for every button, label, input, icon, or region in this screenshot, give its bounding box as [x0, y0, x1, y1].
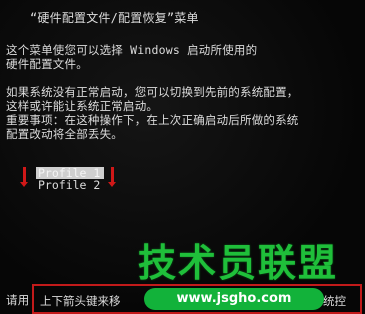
boot-menu-screen: “硬件配置文件/配置恢复”菜单 这个菜单使您可以选择 Windows 启动所使用… — [0, 0, 365, 314]
warning-line-4: 配置改动将全部丢失。 — [6, 127, 123, 141]
profile-list: Profile 1 Profile 2 — [36, 167, 104, 191]
warning-line-3: 重要事项：在这种操作下，在上次正确启动后所做的系统 — [6, 113, 299, 127]
hint-prefix: 请用 — [6, 293, 30, 307]
red-arrow-down-icon — [108, 167, 116, 187]
profile-option-2[interactable]: Profile 2 — [36, 179, 104, 191]
watermark-logo: 技术员联盟 — [138, 241, 339, 285]
description-line-1: 这个菜单使您可以选择 Windows 启动所使用的 — [6, 43, 258, 57]
warning-line-2: 这样或许能让系统正常启动。 — [6, 99, 159, 113]
description-line-2: 硬件配置文件。 — [6, 57, 88, 71]
warning-line-1: 如果系统没有正常启动，您可以切换到先前的系统配置， — [6, 85, 299, 99]
menu-title: “硬件配置文件/配置恢复”菜单 — [30, 11, 199, 25]
hint-text: 上下箭头键来移 — [40, 294, 121, 308]
watermark-url: www.jsgho.com — [144, 288, 324, 310]
red-arrow-down-icon — [20, 167, 28, 187]
